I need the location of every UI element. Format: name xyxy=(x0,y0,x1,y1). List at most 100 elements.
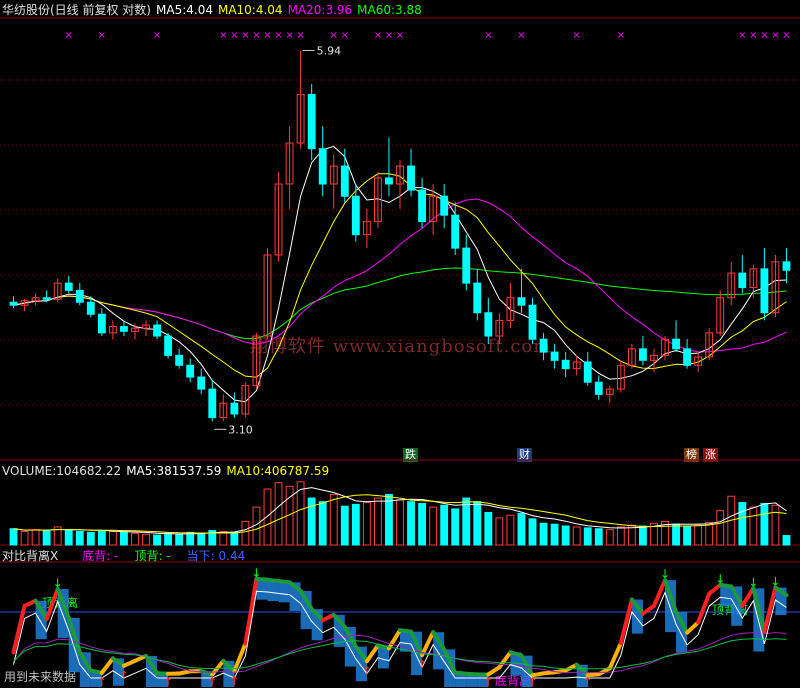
signal-marker: × xyxy=(330,30,338,41)
signal-marker: × xyxy=(219,30,227,41)
candle-body xyxy=(408,166,415,190)
volume-bar xyxy=(673,524,680,545)
volume-bar xyxy=(452,509,459,545)
indicator-segment xyxy=(698,594,709,623)
volume-bar xyxy=(198,533,205,545)
volume-bar xyxy=(430,507,437,545)
candle-body xyxy=(540,339,547,352)
signal-marker: × xyxy=(153,30,161,41)
volume-bar xyxy=(562,526,569,545)
chart-canvas[interactable]: ××××××××××××××××××××××××× 5.943.10 ↓↑↑↑↑… xyxy=(0,0,800,687)
volume-bar xyxy=(32,530,39,545)
volume-ma5-line xyxy=(14,488,787,534)
volume-bar xyxy=(154,535,161,545)
signal-marker: × xyxy=(230,30,238,41)
indicator-band xyxy=(267,580,278,601)
up-arrow-icon: ↑ xyxy=(97,675,107,687)
volume-bar xyxy=(352,504,359,545)
indicator-segment xyxy=(709,585,720,594)
signal-marker: × xyxy=(617,30,625,41)
candle-body xyxy=(209,389,216,418)
signal-marker: × xyxy=(241,30,249,41)
signal-marker: × xyxy=(385,30,393,41)
candle-body xyxy=(595,382,602,394)
volume-bar xyxy=(165,533,172,545)
candle-body xyxy=(419,190,426,222)
up-arrow-icon: ↑ xyxy=(417,658,427,672)
volume-bar xyxy=(441,505,448,545)
volume-bar xyxy=(76,531,83,545)
up-arrow-icon: ↑ xyxy=(483,675,493,687)
candle-body xyxy=(640,349,647,360)
volume-bar xyxy=(772,505,779,545)
volume-bar xyxy=(363,503,370,545)
signal-marker: × xyxy=(98,30,106,41)
candle-body xyxy=(551,352,558,360)
candle-body xyxy=(352,196,359,234)
candle-body xyxy=(485,313,492,336)
indicator-segment xyxy=(621,600,632,644)
volume-bar xyxy=(750,507,757,545)
volume-bar xyxy=(132,533,139,545)
volume-bar xyxy=(474,502,481,545)
indicator-segment xyxy=(102,658,113,672)
down-arrow-icon: ↓ xyxy=(715,572,725,586)
indicator-segment xyxy=(687,622,698,632)
candle-body xyxy=(783,262,790,270)
up-arrow-icon: ↑ xyxy=(583,675,593,687)
candle-body xyxy=(319,149,326,184)
volume-bar xyxy=(507,515,514,545)
volume-bar xyxy=(617,527,624,545)
volume-bar xyxy=(43,531,50,545)
signal-marker: × xyxy=(760,30,768,41)
candle-body xyxy=(10,302,17,305)
volume-bar xyxy=(121,532,128,545)
volume-bar xyxy=(540,523,547,545)
up-arrow-icon: ↑ xyxy=(207,675,217,687)
volume-bar xyxy=(176,534,183,545)
signal-marker: × xyxy=(285,30,293,41)
candle-body xyxy=(529,305,536,339)
signal-marker: × xyxy=(749,30,757,41)
candle-body xyxy=(65,283,72,290)
candle-body xyxy=(452,215,459,248)
candle-body xyxy=(87,302,94,314)
candle-body xyxy=(518,298,525,305)
candle-body xyxy=(121,327,128,332)
volume-bar xyxy=(684,526,691,545)
candle-body xyxy=(165,336,172,355)
signal-marker: × xyxy=(252,30,260,41)
candle-body xyxy=(43,298,50,299)
down-arrow-icon: ↓ xyxy=(770,575,780,589)
volume-bar xyxy=(264,489,271,545)
candle-body xyxy=(176,355,183,365)
volume-bar xyxy=(761,503,768,545)
candle-body xyxy=(562,360,569,368)
candle-body xyxy=(463,248,470,283)
volume-bar xyxy=(783,536,790,545)
volume-bar xyxy=(397,500,404,545)
candle-body xyxy=(98,314,105,333)
volume-bar xyxy=(606,530,613,545)
volume-bar xyxy=(386,494,393,545)
signal-marker: × xyxy=(374,30,382,41)
volume-bar xyxy=(584,528,591,545)
high-price-label: 5.94 xyxy=(317,44,342,57)
signal-marker: × xyxy=(782,30,790,41)
volume-bar xyxy=(408,502,415,545)
signal-marker: × xyxy=(274,30,282,41)
volume-bar xyxy=(573,527,580,545)
low-price-label: 3.10 xyxy=(228,423,253,436)
indicator-band xyxy=(279,581,290,602)
volume-bar xyxy=(496,518,503,545)
volume-bar xyxy=(231,532,238,545)
volume-bar xyxy=(717,511,724,545)
signal-marker: × xyxy=(341,30,349,41)
volume-bar xyxy=(319,502,326,545)
candle-body xyxy=(198,377,205,389)
signal-marker: × xyxy=(396,30,404,41)
candle-body xyxy=(76,290,83,302)
indicator-segment xyxy=(764,588,775,632)
signal-marker: × xyxy=(572,30,580,41)
indicator-segment xyxy=(499,652,510,667)
